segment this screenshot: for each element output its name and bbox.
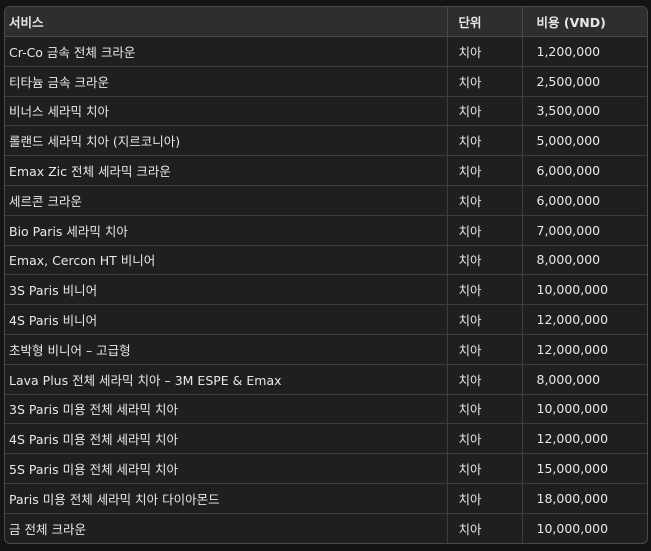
- table-row: 4S Paris 미용 전체 세라믹 치아 치아 12,000,000: [5, 423, 647, 455]
- table-row: Bio Paris 세라믹 치아 치아 7,000,000: [5, 215, 647, 246]
- cell-unit: 치아: [447, 304, 523, 335]
- table-row: Paris 미용 전체 세라믹 치아 다이아몬드 치아 18,000,000: [5, 483, 647, 514]
- cell-unit: 치아: [447, 274, 523, 306]
- table-row: 세르콘 크라운 치아 6,000,000: [5, 185, 647, 216]
- cell-cost: 8,000,000: [522, 364, 647, 395]
- cell-cost: 10,000,000: [522, 274, 647, 306]
- cell-unit: 치아: [447, 364, 523, 395]
- cell-cost: 10,000,000: [536, 520, 609, 536]
- cell-service: Paris 미용 전체 세라믹 치아 다이아몬드: [5, 483, 448, 514]
- price-table-container: 서비스 단위 비용 (VND) Cr-Co 금속 전체 크라운 치아 1,200,0…: [4, 6, 648, 544]
- cell-cost: 5,000,000: [522, 125, 647, 157]
- table-row: Emax Zic 전체 세라믹 크라운 치아 6,000,000: [5, 155, 647, 186]
- cell-unit: 치아: [447, 245, 523, 276]
- table-row: 비너스 세라믹 치아 치아 3,500,000: [5, 96, 647, 127]
- cell-service: Emax Zic 전체 세라믹 크라운: [5, 155, 448, 186]
- table-row: Lava Plus 전체 세라믹 치아 – 3M ESPE & Emax 치아 8,…: [5, 364, 647, 395]
- cell-cost: 6,000,000: [522, 155, 647, 186]
- cell-cost: 6,000,000: [522, 185, 647, 216]
- cell-service: 롤랜드 세라믹 치아 (지르코니아): [5, 125, 448, 157]
- table-row: Cr-Co 금속 전체 크라운 치아 1,200,000: [5, 36, 647, 67]
- cell-cost: 15,000,000: [522, 453, 647, 484]
- cell-cost: 3,500,000: [522, 96, 647, 127]
- price-table: 서비스 단위 비용 (VND) Cr-Co 금속 전체 크라운 치아 1,200,0…: [5, 7, 647, 543]
- table-row: 4S Paris 비니어 치아 12,000,000: [5, 304, 647, 335]
- cell-service: 5S Paris 미용 전체 세라믹 치아: [5, 453, 448, 484]
- cell-service: 4S Paris 비니어: [5, 304, 448, 335]
- cell-service: 초박형 비니어 – 고급형: [5, 334, 448, 365]
- table-header-row: 서비스 단위 비용 (VND): [5, 7, 647, 37]
- cell-service: Cr-Co 금속 전체 크라운: [5, 36, 448, 67]
- cell-unit: 치아: [447, 483, 523, 514]
- cell-service: Bio Paris 세라믹 치아: [5, 215, 448, 246]
- table-row: 3S Paris 미용 전체 세라믹 치아 치아 10,000,000: [5, 394, 647, 425]
- table-row: 5S Paris 미용 전체 세라믹 치아 치아 15,000,000: [5, 453, 647, 484]
- table-row: 롤랜드 세라믹 치아 (지르코니아) 치아 5,000,000: [5, 125, 647, 157]
- cell-cost: 12,000,000: [522, 423, 647, 455]
- cell-service: 3S Paris 비니어: [5, 274, 448, 306]
- cell-unit: 치아: [447, 513, 523, 543]
- table-row: Emax, Cercon HT 비니어 치아 8,000,000: [5, 245, 647, 276]
- cell-unit: 치아: [447, 96, 523, 127]
- cell-service: Emax, Cercon HT 비니어: [5, 245, 448, 276]
- cell-unit: 치아: [447, 185, 523, 216]
- cell-unit: 치아: [447, 215, 523, 246]
- cell-service: 4S Paris 미용 전체 세라믹 치아: [5, 423, 448, 455]
- cell-unit: 치아: [447, 334, 523, 365]
- cell-cost: 10,000,000: [522, 394, 647, 425]
- table-row: 금 전체 크라운 치아 10,000,000: [5, 513, 647, 543]
- cell-unit: 치아: [447, 423, 523, 455]
- cell-unit: 치아: [447, 125, 523, 157]
- cell-unit: 치아: [447, 394, 523, 425]
- cell-cost: 7,000,000: [522, 215, 647, 246]
- table-body: Cr-Co 금속 전체 크라운 치아 1,200,000 티타늄 금속 크라운 치아 2,…: [5, 36, 647, 543]
- cell-unit: 치아: [447, 453, 523, 484]
- cell-cost: 12,000,000: [522, 304, 647, 335]
- cell-unit: 치아: [447, 36, 523, 67]
- cell-service: 세르콘 크라운: [5, 185, 448, 216]
- cell-cost: 8,000,000: [522, 245, 647, 276]
- table-row: 3S Paris 비니어 치아 10,000,000: [5, 274, 647, 306]
- cell-unit: 치아: [447, 155, 523, 186]
- cell-service: Lava Plus 전체 세라믹 치아 – 3M ESPE & Emax: [5, 364, 448, 395]
- table-row: 초박형 비니어 – 고급형 치아 12,000,000: [5, 334, 647, 365]
- cell-service: 3S Paris 미용 전체 세라믹 치아: [5, 394, 448, 425]
- table-row: 티타늄 금속 크라운 치아 2,500,000: [5, 66, 647, 97]
- cell-service: 비너스 세라믹 치아: [5, 96, 448, 127]
- cell-cost: 12,000,000: [522, 334, 647, 365]
- cell-cost: 18,000,000: [522, 483, 647, 514]
- cell-cost: 1,200,000: [522, 36, 647, 67]
- cell-service: 티타늄 금속 크라운: [5, 66, 448, 97]
- header-cost: 비용 (VND): [522, 7, 647, 37]
- cell-unit: 치아: [447, 66, 523, 97]
- cell-cost: 2,500,000: [522, 66, 647, 97]
- cell-service: 금 전체 크라운: [5, 513, 448, 543]
- header-service: 서비스: [5, 7, 448, 37]
- header-unit: 단위: [447, 7, 523, 37]
